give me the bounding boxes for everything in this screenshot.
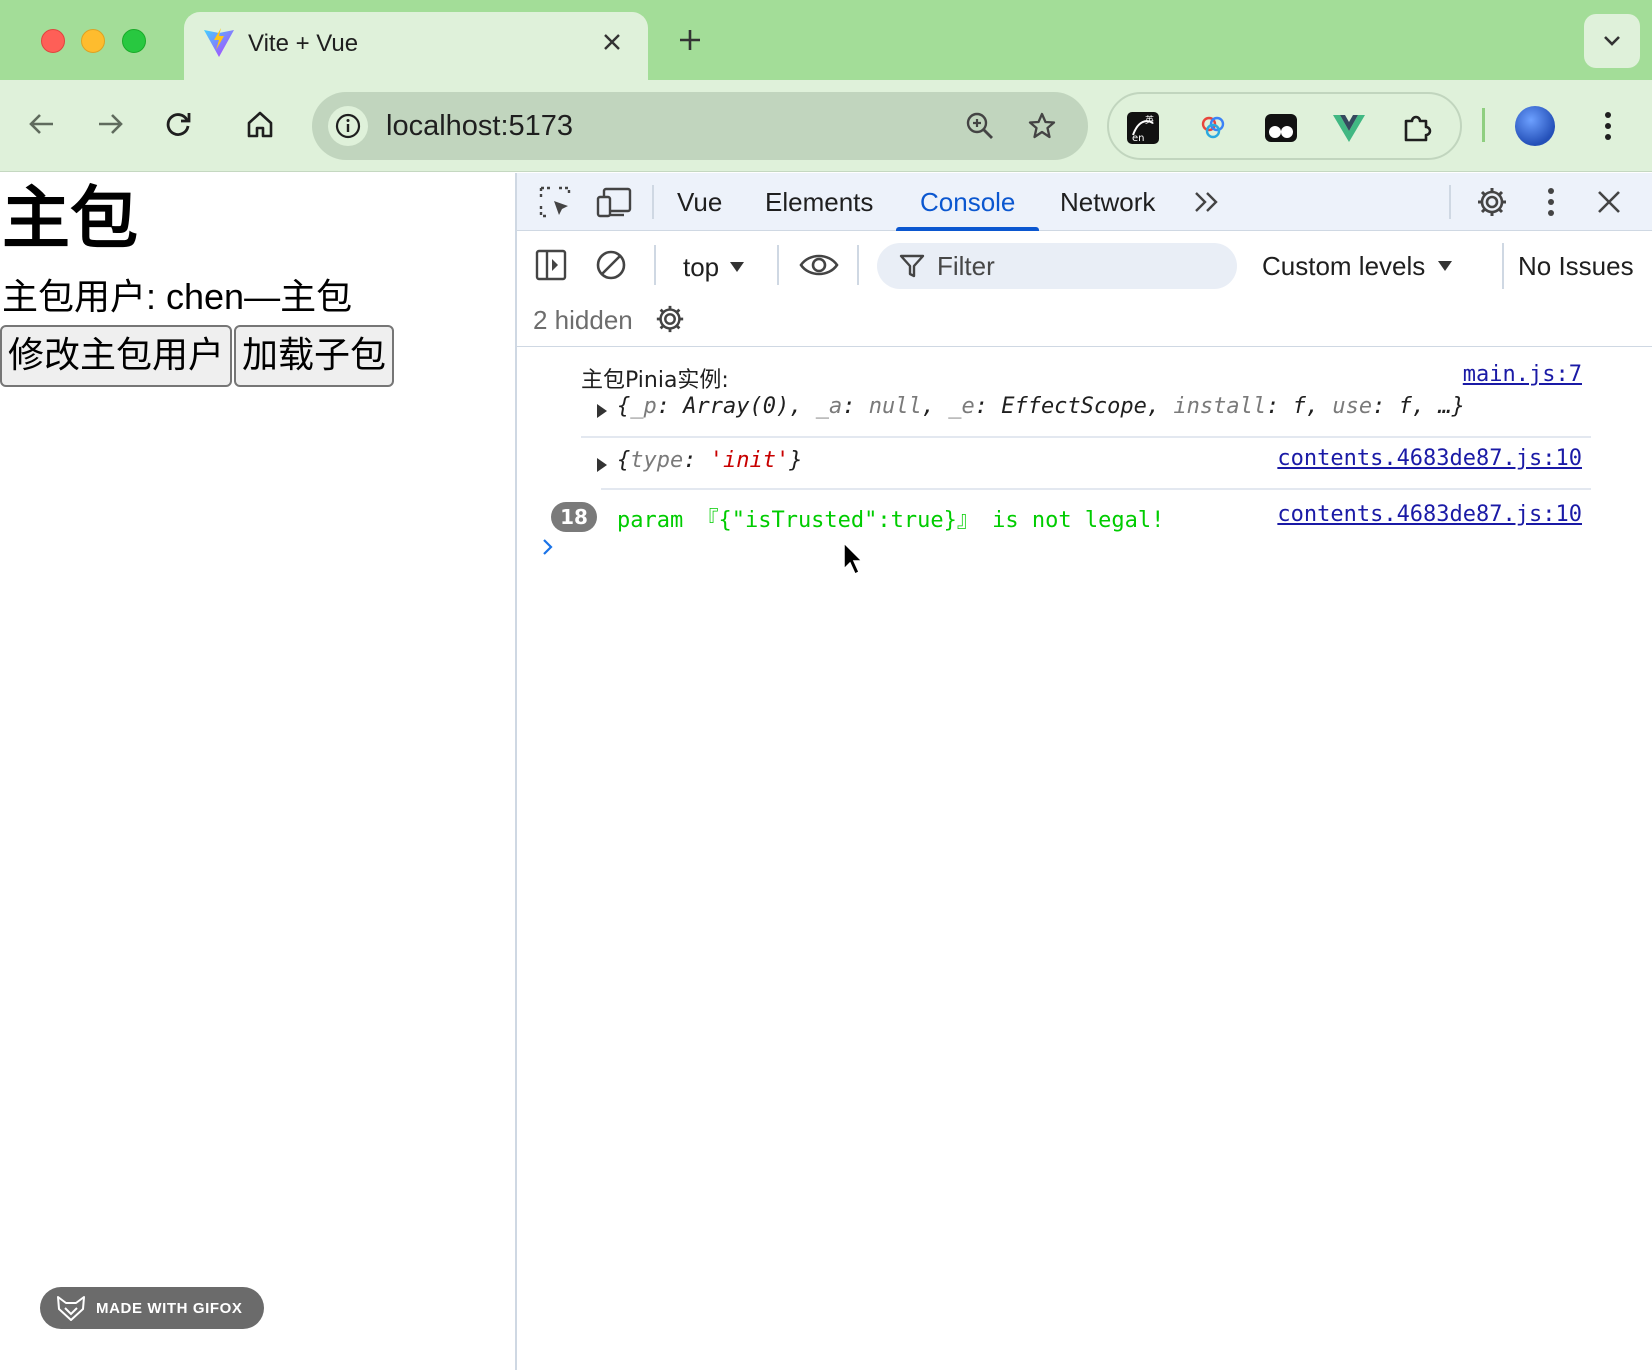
browser-toolbar: localhost:5173 en 英 [0, 80, 1652, 172]
home-icon[interactable] [238, 102, 282, 146]
clear-console-icon[interactable] [591, 245, 631, 285]
log-levels-select[interactable]: Custom levels [1262, 243, 1453, 289]
chevron-down-icon[interactable] [1584, 14, 1640, 68]
tampermonkey-extension-icon[interactable] [1261, 108, 1301, 148]
object-preview[interactable]: {_p: Array(0), _a: null, _e: EffectScope… [617, 394, 1465, 419]
context-select[interactable]: top [683, 245, 745, 289]
gifox-badge: MADE WITH GIFOX [40, 1287, 264, 1329]
window-titlebar: Vite + Vue [0, 0, 1652, 80]
console-message: 主包Pinia实例: main.js:7 {_p: Array(0), _a: … [517, 348, 1652, 438]
page-viewport: 主包 主包用户: chen—主包 修改主包用户 加载子包 MADE WITH G… [0, 173, 515, 1370]
context-value: top [683, 252, 720, 282]
mouse-cursor-icon [843, 541, 864, 576]
device-toolbar-icon[interactable] [594, 182, 634, 222]
levels-label: Custom levels [1262, 251, 1426, 281]
button-row: 修改主包用户 加载子包 [0, 325, 396, 387]
message-text: param 『{"isTrusted":true}』 is not legal! [617, 508, 1165, 533]
devtools-menu-icon[interactable] [1531, 182, 1571, 222]
tab-console[interactable]: Console [895, 173, 1040, 231]
console-messages: 主包Pinia实例: main.js:7 {_p: Array(0), _a: … [517, 348, 1652, 1370]
extensions-puzzle-icon[interactable] [1397, 108, 1437, 148]
source-link[interactable]: contents.4683de87.js:10 [1277, 502, 1582, 527]
message-divider [581, 436, 1591, 438]
bookmark-star-icon[interactable] [1022, 106, 1062, 146]
more-tabs-chevron-icon[interactable] [1187, 182, 1227, 222]
tab-elements[interactable]: Elements [761, 173, 877, 231]
sidebar-toggle-icon[interactable] [531, 245, 571, 285]
svg-text:英: 英 [1145, 114, 1154, 126]
console-prompt-icon[interactable] [541, 536, 555, 558]
issues-button[interactable]: No Issues [1502, 243, 1634, 289]
repeat-count-badge: 18 [551, 502, 597, 532]
forward-arrow-icon[interactable] [88, 102, 132, 146]
new-tab-icon[interactable] [672, 22, 708, 58]
address-bar[interactable]: localhost:5173 [312, 92, 1088, 160]
hidden-messages-count: 2 hidden [533, 305, 633, 335]
live-expression-eye-icon[interactable] [799, 245, 839, 285]
tab-title: Vite + Vue [248, 30, 359, 57]
inspect-element-icon[interactable] [535, 182, 575, 222]
tab-vue[interactable]: Vue [673, 173, 726, 231]
tab-network[interactable]: Network [1056, 173, 1159, 231]
console-message: {type: 'init'} contents.4683de87.js:10 [517, 440, 1652, 490]
expand-triangle-icon[interactable] [597, 458, 607, 472]
source-link[interactable]: main.js:7 [1463, 362, 1582, 387]
console-settings-gear-icon[interactable] [650, 299, 690, 339]
console-bar-divider [654, 245, 656, 285]
baidu-extension-icon[interactable] [1193, 108, 1233, 148]
tabbar-divider [652, 185, 654, 219]
back-arrow-icon[interactable] [20, 102, 64, 146]
site-info-icon[interactable] [328, 106, 368, 146]
dropdown-arrow-icon [730, 262, 745, 272]
tabbar-divider-right [1449, 185, 1451, 219]
maximize-window-button[interactable] [122, 29, 146, 53]
devtools-panel: Vue Elements Console Network top Filter … [515, 173, 1652, 1370]
message-label: 主包Pinia实例: [581, 368, 729, 393]
browser-tab[interactable]: Vite + Vue [184, 12, 648, 80]
page-heading: 主包 [2, 181, 139, 257]
filter-funnel-icon [899, 254, 925, 278]
zoom-icon[interactable] [960, 106, 1000, 146]
close-devtools-icon[interactable] [1589, 182, 1629, 222]
settings-gear-icon[interactable] [1472, 182, 1512, 222]
toolbar-divider [1482, 108, 1485, 142]
reload-icon[interactable] [156, 102, 200, 146]
devtools-tabbar: Vue Elements Console Network [517, 173, 1652, 231]
message-divider [601, 488, 1591, 490]
expand-triangle-icon[interactable] [597, 404, 607, 418]
kebab-menu-icon[interactable] [1590, 104, 1626, 148]
dropdown-arrow-icon [1438, 261, 1453, 271]
tab-close-icon[interactable] [596, 26, 628, 58]
console-toolbar: top Filter Custom levels No Issues 2 hid… [517, 231, 1652, 347]
vite-icon [204, 28, 234, 57]
main-user-text: 主包用户: chen—主包 [2, 276, 353, 317]
extensions-group: en 英 [1107, 92, 1462, 160]
object-preview[interactable]: {type: 'init'} [617, 448, 802, 473]
gifox-text: MADE WITH GIFOX [96, 1299, 243, 1317]
load-subpackage-button[interactable]: 加载子包 [234, 325, 395, 387]
source-link[interactable]: contents.4683de87.js:10 [1277, 446, 1582, 471]
translate-extension-icon[interactable]: en 英 [1123, 108, 1163, 148]
minimize-window-button[interactable] [81, 29, 105, 53]
console-message: 18 param 『{"isTrusted":true}』 is not leg… [517, 492, 1652, 540]
filter-placeholder: Filter [937, 251, 995, 281]
close-window-button[interactable] [41, 29, 65, 53]
profile-avatar[interactable] [1515, 106, 1555, 146]
console-bar-divider-2 [777, 245, 779, 285]
fox-icon [57, 1296, 85, 1321]
modify-user-button[interactable]: 修改主包用户 [0, 325, 233, 387]
svg-text:en: en [1132, 133, 1145, 144]
url-text[interactable]: localhost:5173 [386, 106, 573, 146]
console-bar-divider-3 [857, 245, 859, 285]
vue-devtools-extension-icon[interactable] [1329, 108, 1369, 148]
filter-input[interactable]: Filter [877, 243, 1237, 289]
